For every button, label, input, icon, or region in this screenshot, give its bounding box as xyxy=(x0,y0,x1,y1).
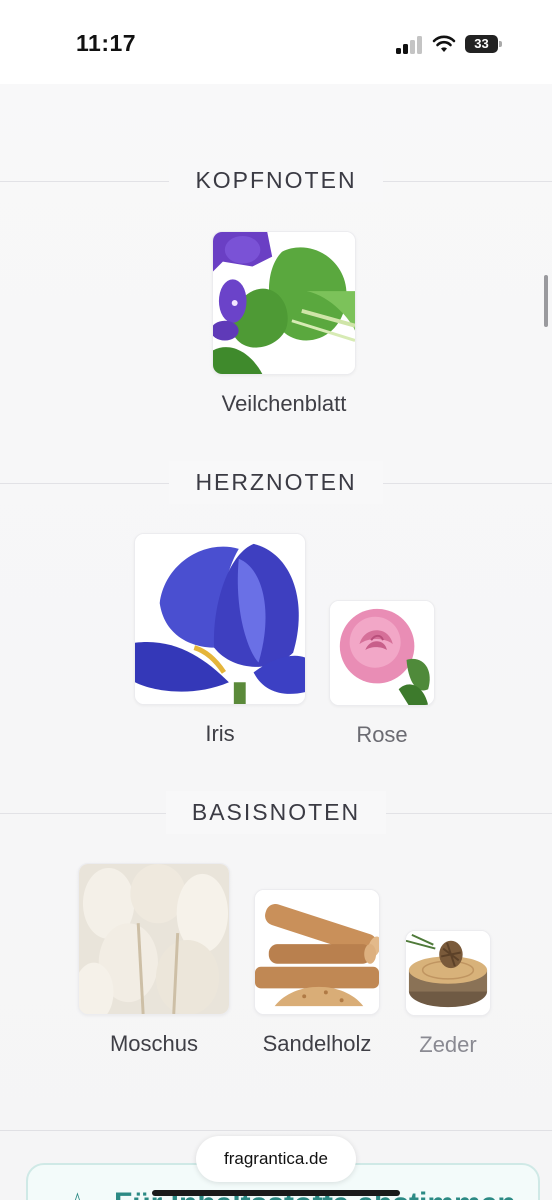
sandalwood-image xyxy=(254,889,380,1015)
rose-image xyxy=(329,600,435,706)
section-title-text: HERZNOTEN xyxy=(169,461,383,504)
note-moschus[interactable]: Moschus xyxy=(64,863,244,1057)
note-veilchenblatt[interactable]: Veilchenblatt xyxy=(184,231,384,417)
screen: 11:17 33 KOPFNOTEN Veilchenblatt HERZNOT… xyxy=(0,0,552,1200)
url-text: fragrantica.de xyxy=(224,1149,328,1168)
violet-leaf-image xyxy=(212,231,356,375)
note-label: Moschus xyxy=(109,1031,199,1056)
wifi-icon xyxy=(432,35,456,52)
url-bar[interactable]: fragrantica.de xyxy=(196,1136,356,1182)
section-title-text: BASISNOTEN xyxy=(165,791,387,834)
section-title-top-notes: KOPFNOTEN xyxy=(0,159,552,202)
battery-icon: 33 xyxy=(465,35,502,53)
section-title-heart-notes: HERZNOTEN xyxy=(0,461,552,504)
bottom-divider xyxy=(0,1130,552,1131)
section-title-base-notes: BASISNOTEN xyxy=(0,791,552,834)
note-sandelholz[interactable]: Sandelholz xyxy=(244,889,390,1057)
battery-level: 33 xyxy=(474,36,489,51)
note-label: Rose xyxy=(356,722,408,747)
home-indicator[interactable] xyxy=(152,1190,400,1196)
note-zeder[interactable]: Zeder xyxy=(398,930,498,1058)
note-label: Iris xyxy=(205,721,235,746)
note-label: Veilchenblatt xyxy=(221,391,347,416)
star-icon: ☆ xyxy=(64,1187,91,1200)
note-iris[interactable]: Iris xyxy=(120,533,320,747)
iris-image xyxy=(134,533,306,705)
scroll-indicator[interactable] xyxy=(544,275,548,327)
status-bar: 11:17 33 xyxy=(0,0,552,84)
status-time: 11:17 xyxy=(76,30,137,56)
note-rose[interactable]: Rose xyxy=(318,600,446,748)
note-label: Zeder xyxy=(419,1032,477,1057)
musk-image xyxy=(78,863,230,1015)
cellular-signal-icon xyxy=(396,36,424,54)
cedar-image xyxy=(405,930,491,1016)
section-title-text: KOPFNOTEN xyxy=(169,159,383,202)
note-label: Sandelholz xyxy=(262,1031,372,1056)
